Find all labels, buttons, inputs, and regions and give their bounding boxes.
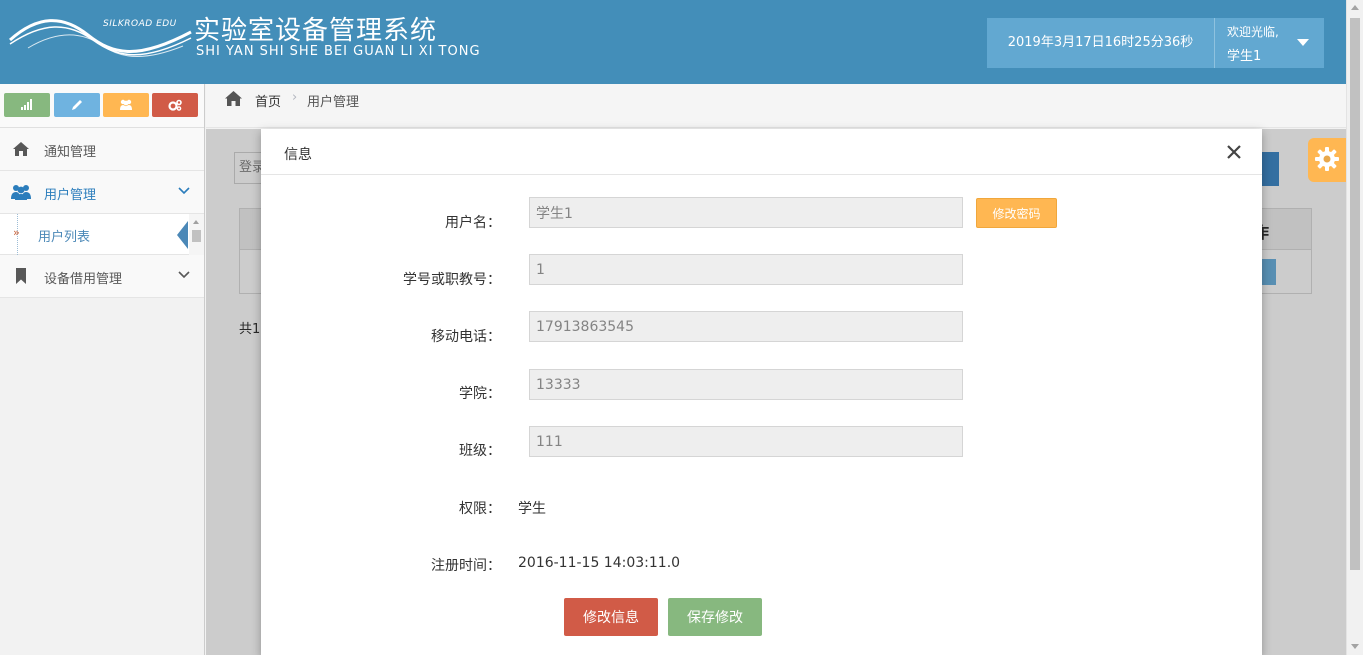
permission-value: 学生 xyxy=(518,501,546,517)
sidebar-item-label: 用户管理 xyxy=(44,188,97,203)
group-icon xyxy=(120,99,132,110)
shortcut-edit-button[interactable] xyxy=(54,93,100,117)
cogs-icon xyxy=(168,99,182,111)
register-time-label: 注册时间： xyxy=(431,558,501,574)
phone-field[interactable] xyxy=(529,311,963,342)
system-subtitle: SHI YAN SHI SHE BEI GUAN LI XI TONG xyxy=(196,44,481,59)
scroll-up-icon[interactable] xyxy=(1351,5,1359,10)
ace-settings-button[interactable] xyxy=(1308,138,1346,182)
sidebar-item-notice[interactable]: 通知管理 xyxy=(0,128,204,171)
pencil-icon xyxy=(72,100,82,110)
home-icon xyxy=(13,142,29,156)
class-label: 班级： xyxy=(459,443,501,459)
page-scrollbar[interactable] xyxy=(1346,0,1363,655)
user-info-modal: 信息 用户名： 修改密码 学号或职教号： 移动电话： 学院： 班级： 权限： 学… xyxy=(261,129,1262,655)
breadcrumb-home-link[interactable]: 首页 xyxy=(255,91,281,110)
modal-header: 信息 xyxy=(261,129,1262,175)
sidebar-subitem-label: 用户列表 xyxy=(38,230,91,245)
sidebar-item-label: 通知管理 xyxy=(44,145,97,160)
caret-down-icon[interactable] xyxy=(1297,39,1309,46)
sidebar-item-users[interactable]: 用户管理 xyxy=(0,171,204,214)
student-id-label: 学号或职教号： xyxy=(403,272,501,288)
username-label: 用户名： xyxy=(445,215,501,231)
shortcut-users-button[interactable] xyxy=(103,93,149,117)
chevron-down-icon xyxy=(178,187,190,195)
active-marker-icon xyxy=(177,221,188,249)
user-info-box[interactable]: 2019年3月17日16时25分36秒 欢迎光临, 学生1 xyxy=(987,18,1324,68)
modal-title: 信息 xyxy=(284,147,312,163)
sidebar-scrollbar[interactable] xyxy=(189,214,204,255)
sidebar-item-equipment-borrow[interactable]: 设备借用管理 xyxy=(0,255,204,298)
shortcut-stats-button[interactable] xyxy=(4,93,50,117)
current-username: 学生1 xyxy=(1227,49,1262,64)
bookmark-icon xyxy=(16,268,26,284)
scroll-thumb[interactable] xyxy=(1350,18,1360,570)
breadcrumb-current: 用户管理 xyxy=(307,95,360,110)
edit-info-button[interactable]: 修改信息 xyxy=(564,598,658,636)
permission-label: 权限： xyxy=(459,501,501,517)
phone-label: 移动电话： xyxy=(431,329,501,345)
sidebar-item-label: 设备借用管理 xyxy=(44,272,123,287)
logo-text: SILKROAD EDU xyxy=(103,19,177,29)
student-id-field[interactable] xyxy=(529,254,963,285)
sidebar-subitem-user-list[interactable]: » 用户列表 xyxy=(0,214,204,255)
signal-icon xyxy=(21,99,32,110)
welcome-text: 欢迎光临, xyxy=(1227,25,1279,39)
system-title: 实验室设备管理系统 xyxy=(194,16,438,46)
scroll-up-icon[interactable] xyxy=(193,220,199,224)
save-changes-button[interactable]: 保存修改 xyxy=(668,598,762,636)
user-box-divider xyxy=(1214,18,1215,68)
shortcut-settings-button[interactable] xyxy=(152,93,198,117)
username-field[interactable] xyxy=(529,197,963,228)
close-icon[interactable] xyxy=(1225,143,1243,161)
sidebar-shortcuts xyxy=(0,84,204,128)
breadcrumb: 首页 › 用户管理 xyxy=(206,84,1346,128)
class-field[interactable] xyxy=(529,426,963,457)
top-navbar: SILKROAD EDU 实验室设备管理系统 SHI YAN SHI SHE B… xyxy=(0,0,1363,84)
gear-icon xyxy=(1315,147,1339,171)
silkroad-logo-icon xyxy=(9,19,192,57)
users-icon xyxy=(11,185,31,200)
home-icon xyxy=(225,91,242,106)
scroll-down-icon[interactable] xyxy=(1351,644,1359,649)
current-datetime: 2019年3月17日16时25分36秒 xyxy=(1007,35,1194,50)
breadcrumb-separator: › xyxy=(292,90,298,105)
chevron-down-icon xyxy=(178,271,190,279)
college-field[interactable] xyxy=(529,369,963,400)
scroll-thumb[interactable] xyxy=(192,230,201,242)
change-password-button[interactable]: 修改密码 xyxy=(976,198,1057,228)
double-angle-right-icon: » xyxy=(13,226,20,239)
college-label: 学院： xyxy=(459,386,501,402)
sidebar: 通知管理 用户管理 » 用户列表 设备借用管理 xyxy=(0,84,205,655)
register-time-value: 2016-11-15 14:03:11.0 xyxy=(518,555,681,571)
